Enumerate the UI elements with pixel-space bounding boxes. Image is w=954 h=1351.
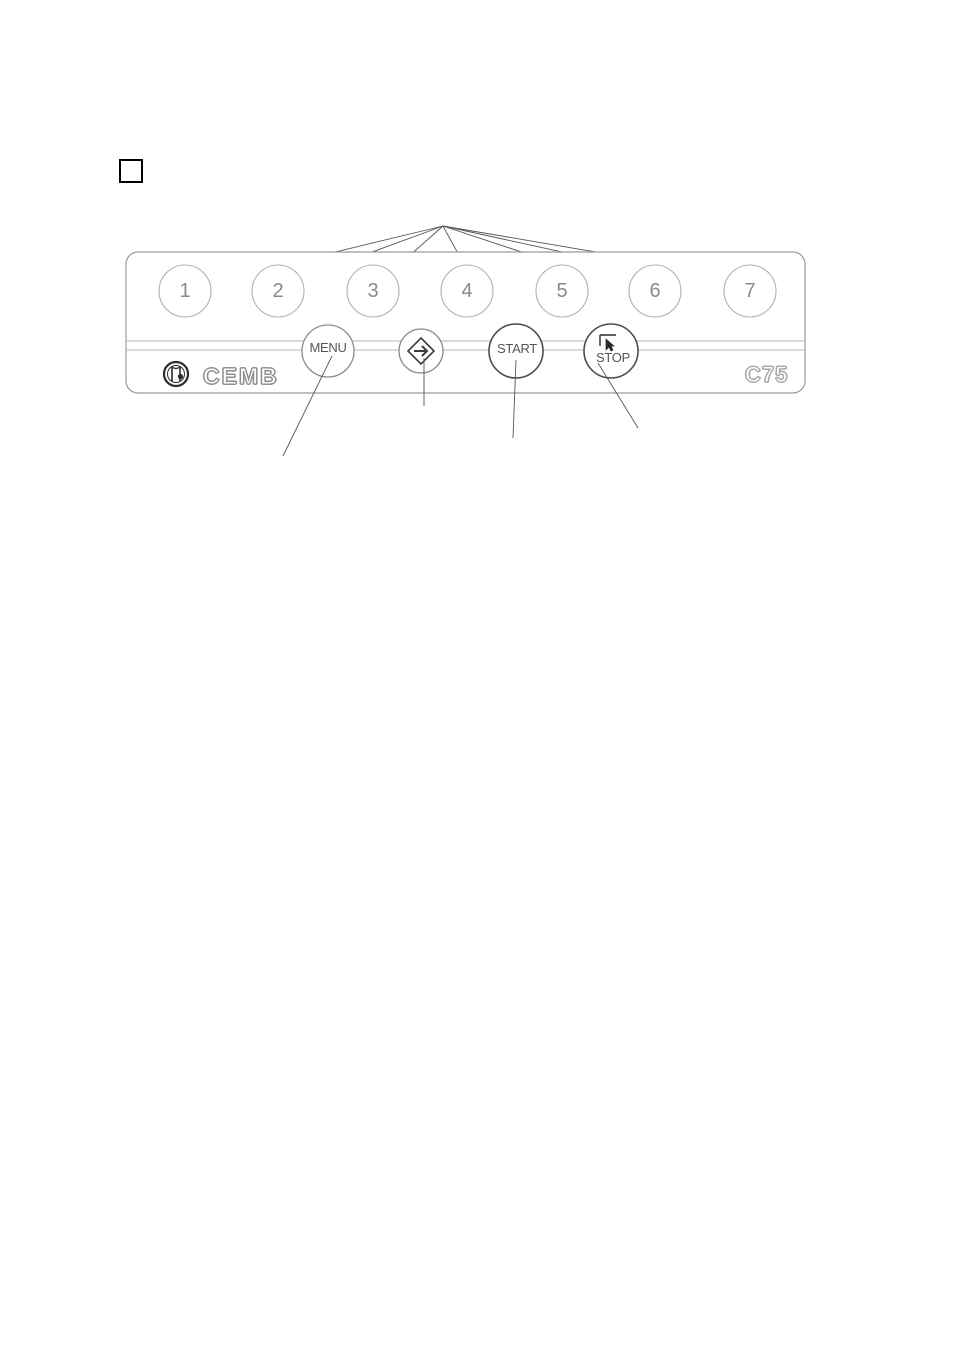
control-panel-diagram xyxy=(125,225,806,457)
model-code-label: C75 xyxy=(744,361,789,387)
start-button-label: START xyxy=(497,341,537,356)
callout-label-3: 3 xyxy=(367,280,379,302)
page-canvas: 1 2 3 4 5 6 7 MENU START STOP CEMB C75 xyxy=(0,0,954,1351)
menu-button-label: MENU xyxy=(309,340,347,355)
callout-label-2: 2 xyxy=(272,280,284,302)
stop-button-label: STOP xyxy=(596,350,630,365)
cemb-brand-label: CEMB xyxy=(202,362,279,389)
cemb-logo-icon xyxy=(162,360,190,388)
callout-label-4: 4 xyxy=(461,280,473,302)
callout-label-5: 5 xyxy=(556,280,568,302)
callout-label-6: 6 xyxy=(649,280,661,302)
callout-label-1: 1 xyxy=(179,280,191,302)
callout-label-7: 7 xyxy=(744,280,756,302)
